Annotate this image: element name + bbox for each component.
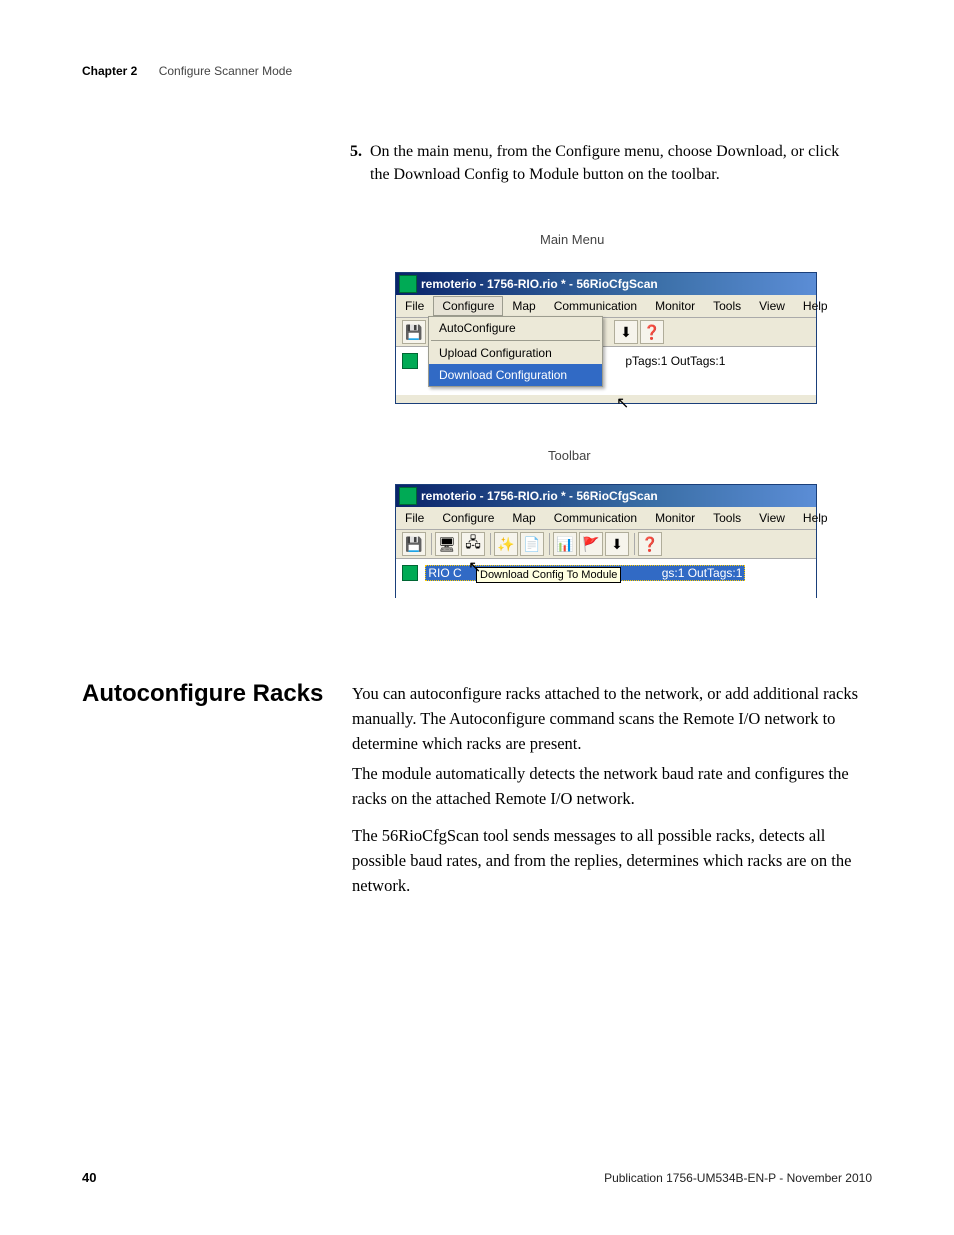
help-icon[interactable]: ❓ (640, 320, 664, 344)
tb-wand-icon[interactable]: ✨ (494, 532, 518, 556)
paragraph-3: The 56RioCfgScan tool sends messages to … (352, 824, 864, 898)
menu2-view[interactable]: View (750, 508, 794, 528)
publication-info: Publication 1756-UM534B-EN-P - November … (604, 1171, 872, 1185)
chapter-title: Configure Scanner Mode (159, 64, 292, 78)
tb-doc-icon[interactable]: 📄 (520, 532, 544, 556)
menu2-file[interactable]: File (396, 508, 433, 528)
app-icon-2 (399, 487, 417, 505)
menu-communication[interactable]: Communication (545, 296, 646, 316)
caption-main-menu: Main Menu (540, 232, 604, 247)
separator (549, 533, 550, 555)
window-title-2: remoterio - 1756-RIO.rio * - 56RioCfgSca… (421, 489, 658, 503)
tb-connect1-icon[interactable]: 🖥 (435, 532, 459, 556)
title-bar-2: remoterio - 1756-RIO.rio * - 56RioCfgSca… (396, 485, 816, 507)
menu2-configure[interactable]: Configure (433, 508, 503, 528)
menu-configure[interactable]: Configure (433, 296, 503, 316)
paragraph-1: You can autoconfigure racks attached to … (352, 682, 864, 756)
tree-node-icon (402, 353, 418, 369)
menu2-tools[interactable]: Tools (704, 508, 750, 528)
tb-connect2-icon[interactable]: 🖧 (461, 532, 485, 556)
window-toolbar-screenshot: remoterio - 1756-RIO.rio * - 56RioCfgSca… (395, 484, 817, 598)
tooltip-download-config: Download Config To Module (476, 567, 621, 583)
dropdown-download-config[interactable]: Download Configuration (429, 364, 602, 386)
menu-monitor[interactable]: Monitor (646, 296, 704, 316)
menu2-map[interactable]: Map (503, 508, 544, 528)
page-header: Chapter 2 Configure Scanner Mode (82, 64, 292, 78)
tree-node-icon-2 (402, 565, 418, 581)
menu-bar-2: File Configure Map Communication Monitor… (396, 507, 816, 530)
app-icon (399, 275, 417, 293)
menu2-monitor[interactable]: Monitor (646, 508, 704, 528)
caption-toolbar: Toolbar (548, 448, 591, 463)
window-main-menu-screenshot: remoterio - 1756-RIO.rio * - 56RioCfgSca… (395, 272, 817, 404)
tb-download-icon[interactable]: ⬇ (605, 532, 629, 556)
menu2-help[interactable]: Help (794, 508, 837, 528)
tb-flag-icon[interactable]: 🚩 (579, 532, 603, 556)
menu-tools[interactable]: Tools (704, 296, 750, 316)
dropdown-upload-config[interactable]: Upload Configuration (429, 342, 602, 364)
menu-help[interactable]: Help (794, 296, 837, 316)
menu2-communication[interactable]: Communication (545, 508, 646, 528)
menu-file[interactable]: File (396, 296, 433, 316)
tb-save-icon[interactable]: 💾 (402, 532, 426, 556)
separator (634, 533, 635, 555)
cursor-icon: ↖ (616, 393, 629, 413)
tb-bar-icon[interactable]: 📊 (553, 532, 577, 556)
chapter-label: Chapter 2 (82, 64, 137, 78)
menu-view[interactable]: View (750, 296, 794, 316)
menu-map[interactable]: Map (503, 296, 544, 316)
tree-node-text: pTags:1 OutTags:1 (625, 354, 725, 368)
save-icon[interactable]: 💾 (402, 320, 426, 344)
separator (431, 533, 432, 555)
toolbar-full: 💾 🖥 🖧 ✨ 📄 📊 🚩 ⬇ ❓ (396, 530, 816, 559)
step-text: On the main menu, from the Configure men… (370, 143, 839, 183)
configure-dropdown: AutoConfigure Upload Configuration Downl… (428, 316, 603, 387)
menu-bar: File Configure Map Communication Monitor… (396, 295, 816, 318)
title-bar: remoterio - 1756-RIO.rio * - 56RioCfgSca… (396, 273, 816, 295)
separator (490, 533, 491, 555)
step-5: 5. On the main menu, from the Configure … (370, 140, 860, 186)
dropdown-separator (431, 340, 600, 341)
page-number: 40 (82, 1170, 96, 1185)
window-title: remoterio - 1756-RIO.rio * - 56RioCfgSca… (421, 277, 658, 291)
paragraph-2: The module automatically detects the net… (352, 762, 864, 812)
tree-text-a: RIO C (428, 566, 461, 580)
cursor-icon-2: ↖ (468, 557, 481, 577)
section-heading-autoconfigure: Autoconfigure Racks (82, 680, 323, 708)
download-icon[interactable]: ⬇ (614, 320, 638, 344)
step-number: 5. (350, 140, 362, 163)
dropdown-autoconfigure[interactable]: AutoConfigure (429, 317, 602, 339)
tb-help-icon[interactable]: ❓ (638, 532, 662, 556)
tree-text-b: gs:1 OutTags:1 (662, 566, 743, 580)
